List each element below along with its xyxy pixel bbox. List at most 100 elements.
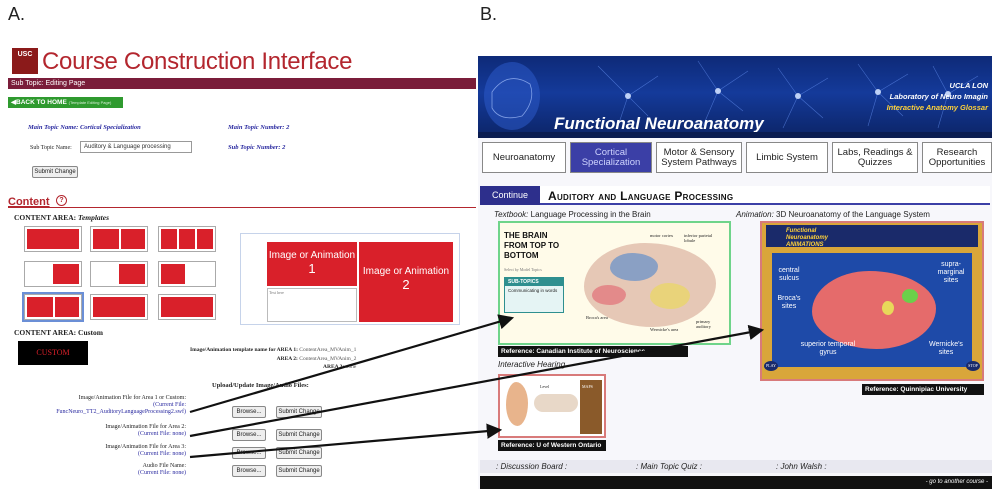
- continue-button[interactable]: Continue: [480, 186, 540, 205]
- brain-subtitle: Select by Model Topics: [504, 267, 542, 272]
- label-wernickes-sites: Wernicke's sites: [929, 341, 963, 356]
- label-motor-cortex: motor cortex: [650, 233, 674, 238]
- help-icon[interactable]: ?: [56, 195, 67, 206]
- hearing-label-maps: MAPS: [582, 384, 593, 389]
- template-thumb-area: [119, 264, 145, 284]
- brain-region-wernickes: [650, 283, 690, 309]
- upload-current: (Current File: none): [138, 431, 186, 437]
- template-thumb-9[interactable]: [158, 294, 216, 320]
- submit-button-4[interactable]: Submit Change: [276, 465, 322, 477]
- upload-row-2: Image/Animation File for Area 2: (Curren…: [105, 424, 186, 438]
- animation-canvas: central sulcus Broca's sites supra-margi…: [772, 253, 972, 367]
- template-thumb-area: [121, 229, 145, 249]
- subtopic-bar: Sub Topic: Editing Page: [8, 78, 476, 89]
- label-superior-temporal: superior temporal gyrus: [800, 341, 856, 356]
- link-main-topic-quiz[interactable]: : Main Topic Quiz :: [636, 460, 702, 473]
- banner-line-3: Interactive Anatomy Glossar: [886, 103, 988, 112]
- banner-lab-info: UCLA LON Laboratory of Neuro Imagin Inte…: [887, 80, 988, 113]
- reference-hearing: Reference: U of Western Ontario: [498, 440, 606, 451]
- hearing-map-panel: MAPS: [580, 380, 602, 434]
- template-thumb-6[interactable]: [158, 261, 216, 287]
- main-topic-number: Main Topic Number: 2: [228, 124, 290, 131]
- template-thumb-8[interactable]: [90, 294, 148, 320]
- nav-tab-cortical-specialization[interactable]: Cortical Specialization: [570, 142, 652, 173]
- submit-button-2[interactable]: Submit Change: [276, 429, 322, 441]
- animation-caption-text: 3D Neuroanatomy of the Language System: [776, 210, 930, 219]
- label-inferior-parietal: inferior parietal lobule: [684, 233, 713, 243]
- preview-area-2-num: 2: [402, 277, 410, 292]
- label-brocas-area: Broca's area: [586, 315, 608, 320]
- textbook-image[interactable]: THE BRAIN FROM TOP TO BOTTOM Select by M…: [498, 221, 731, 345]
- content-divider: [8, 207, 476, 208]
- submit-button-3[interactable]: Submit Change: [276, 447, 322, 459]
- sub-topic-name-input[interactable]: Auditory & Language processing: [80, 141, 192, 153]
- supramarginal-site: [902, 289, 918, 303]
- animation-label: Animation:: [736, 210, 774, 219]
- template-thumb-4[interactable]: [24, 261, 82, 287]
- template-thumb-1[interactable]: [24, 226, 82, 252]
- back-note: (Template Editing Page): [68, 100, 112, 105]
- browse-button-1[interactable]: Browse...: [232, 406, 266, 418]
- 3d-brain: [812, 271, 936, 349]
- wernickes-site: [882, 301, 894, 315]
- template-thumb-3[interactable]: [158, 226, 216, 252]
- textbook-caption-text: Language Processing in the Brain: [530, 210, 651, 219]
- nav-tab-research[interactable]: Research Opportunities: [922, 142, 992, 173]
- upload-current: (Current File: none): [138, 451, 186, 457]
- tpl-name-heading: Image/Animation template name for AREA 1…: [190, 347, 298, 353]
- template-thumb-area: [197, 229, 213, 249]
- preview-area-1-label: Image or Animation: [268, 250, 356, 261]
- template-thumb-area: [55, 297, 79, 317]
- hearing-caption: Interactive Hearing: [498, 360, 565, 369]
- main-nav: Neuroanatomy Cortical Specialization Mot…: [482, 142, 992, 175]
- tpl-name-area2: ContentArea_MVAnim_2: [299, 355, 357, 362]
- template-thumb-5[interactable]: [90, 261, 148, 287]
- anim-header-line3: ANIMATIONS: [786, 242, 824, 248]
- link-john-walsh[interactable]: : John Walsh :: [776, 460, 827, 473]
- preview-area-2-label: Image or Animation: [362, 266, 450, 277]
- browse-button-3[interactable]: Browse...: [232, 447, 266, 459]
- stop-button[interactable]: STOP: [966, 361, 980, 371]
- footer-link-another-course[interactable]: - go to another course -: [480, 476, 992, 489]
- templates-heading-em: Templates: [78, 213, 110, 222]
- nav-tab-limbic-system[interactable]: Limbic System: [746, 142, 828, 173]
- back-to-home-button[interactable]: ◀BACK TO HOME (Template Editing Page): [8, 97, 123, 108]
- main-topic-name: Main Topic Name: Cortical Specialization: [28, 124, 141, 131]
- play-button[interactable]: PLAY: [764, 361, 778, 371]
- sub-topic-number: Sub Topic Number: 2: [228, 144, 286, 151]
- link-discussion-board[interactable]: : Discussion Board :: [496, 460, 567, 473]
- template-thumb-area: [161, 264, 185, 284]
- template-thumb-area: [161, 229, 177, 249]
- subtopics-item: Communicating in words: [508, 288, 558, 293]
- template-thumb-2[interactable]: [90, 226, 148, 252]
- label-primary-auditory: primary auditory: [696, 319, 711, 329]
- panel-label-b: B.: [480, 4, 498, 24]
- ear-illustration: [506, 382, 528, 426]
- browse-button-4[interactable]: Browse...: [232, 465, 266, 477]
- templates-heading: CONTENT AREA: Templates: [14, 213, 109, 222]
- upload-label: Image/Animation File for Area 1 or Custo…: [78, 395, 186, 401]
- custom-button[interactable]: CUSTOM: [18, 341, 88, 365]
- banner-bottom-bar: [478, 132, 992, 138]
- template-thumb-7-selected[interactable]: [22, 292, 84, 322]
- template-thumb-area: [179, 229, 195, 249]
- label-wernickes-area: Wernicke's area: [650, 327, 679, 332]
- nav-tab-labs-readings[interactable]: Labs, Readings & Quizzes: [832, 142, 918, 173]
- banner-line-1: UCLA LON: [949, 81, 988, 90]
- preview-area-2: Image or Animation 2: [359, 242, 453, 322]
- nav-tab-neuroanatomy[interactable]: Neuroanatomy: [482, 142, 566, 173]
- tpl-name-area2-label: AREA 2:: [276, 355, 298, 362]
- submit-button-1[interactable]: Submit Change: [276, 406, 322, 418]
- upload-row-3: Image/Animation File for Area 3: (Curren…: [105, 444, 186, 458]
- label-central-sulcus: central sulcus: [778, 267, 800, 282]
- submit-change-button[interactable]: Submit Change: [32, 166, 78, 178]
- nav-tab-motor-sensory[interactable]: Motor & Sensory System Pathways: [656, 142, 742, 173]
- sub-topic-name-label: Sub Topic Name:: [30, 145, 72, 151]
- textbook-caption: Textbook: Language Processing in the Bra…: [494, 210, 651, 219]
- functional-neuroanatomy-page: Functional Neuroanatomy UCLA LON Laborat…: [478, 56, 992, 489]
- hearing-image[interactable]: Level MAPS: [498, 374, 606, 438]
- animation-player[interactable]: Functional Neuroanatomy ANIMATIONS centr…: [760, 221, 984, 381]
- browse-button-2[interactable]: Browse...: [232, 429, 266, 441]
- template-names: Image/Animation template name for AREA 1…: [190, 346, 356, 372]
- preview-area-1-num: 1: [308, 261, 316, 276]
